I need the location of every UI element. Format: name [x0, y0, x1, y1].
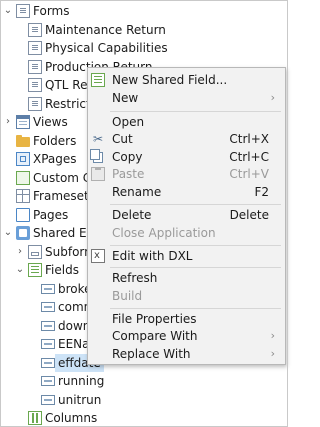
tree-item-label: Views — [33, 115, 68, 129]
submenu-arrow-icon: › — [270, 91, 275, 104]
copy-icon — [90, 149, 103, 163]
shared-elements-icon — [16, 226, 30, 240]
menu-item-label: Cut — [112, 132, 133, 146]
menu-item-rename[interactable]: Rename F2 — [88, 183, 285, 201]
menu-item-copy[interactable]: Copy Ctrl+C — [88, 148, 285, 166]
twisty-expanded-icon[interactable]: ⌄ — [3, 224, 13, 242]
field-icon — [41, 358, 55, 368]
scissors-icon: ✂ — [92, 132, 104, 146]
columns-icon — [28, 411, 42, 425]
views-icon — [16, 115, 30, 129]
form-icon — [28, 41, 42, 55]
fields-icon — [28, 263, 42, 277]
tree-item-label: XPages — [33, 152, 77, 166]
submenu-arrow-icon: › — [270, 329, 275, 342]
shortcut-label: Ctrl+X — [229, 132, 269, 146]
menu-separator — [110, 267, 281, 268]
menu-item-cut[interactable]: ✂ Cut Ctrl+X — [88, 130, 285, 148]
twisty-collapsed-icon[interactable]: › — [3, 113, 13, 131]
menu-item-label: New — [112, 91, 139, 105]
folder-icon — [16, 135, 30, 147]
page-icon — [16, 208, 30, 222]
tree-item-label: Forms — [33, 4, 70, 18]
shortcut-label: Ctrl+C — [229, 150, 269, 164]
tree-item-label: Maintenance Return — [45, 23, 166, 37]
shortcut-label: F2 — [254, 185, 269, 199]
menu-item-replace-with[interactable]: Replace With › — [88, 345, 285, 363]
menu-item-label: Close Application — [112, 226, 216, 240]
subform-icon — [28, 245, 42, 259]
paste-icon — [91, 167, 105, 181]
form-icon — [28, 97, 42, 111]
menu-item-label: Replace With — [112, 347, 191, 361]
twisty-expanded-icon[interactable]: ⌄ — [15, 261, 25, 279]
twisty-expanded-icon[interactable]: ⌄ — [3, 2, 13, 20]
form-icon — [28, 23, 42, 37]
menu-separator — [110, 111, 281, 112]
menu-item-delete[interactable]: Delete Delete — [88, 206, 285, 224]
menu-item-label: Refresh — [112, 271, 158, 285]
menu-item-file-properties[interactable]: File Properties — [88, 310, 285, 328]
menu-separator — [110, 245, 281, 246]
tree-item-label: unitrun — [58, 393, 102, 407]
field-icon — [41, 302, 55, 312]
tree-item-label: QTL Ret — [45, 78, 93, 92]
form-icon — [28, 60, 42, 74]
shortcut-label: Ctrl+V — [229, 167, 269, 181]
menu-item-paste[interactable]: Paste Ctrl+V — [88, 165, 285, 183]
menu-item-label: Delete — [112, 208, 152, 222]
menu-item-new-shared-field[interactable]: New Shared Field... — [88, 71, 285, 89]
menu-item-edit-with-dxl[interactable]: Edit with DXL — [88, 247, 285, 265]
menu-item-label: Paste — [112, 167, 145, 181]
menu-item-refresh[interactable]: Refresh — [88, 269, 285, 287]
field-icon — [41, 339, 55, 349]
menu-item-label: File Properties — [112, 312, 197, 326]
submenu-arrow-icon: › — [270, 347, 275, 360]
tree-item-label: Columns — [45, 411, 98, 425]
menu-separator — [110, 308, 281, 309]
new-shared-field-icon — [91, 73, 105, 87]
dxl-icon — [91, 247, 105, 265]
tree-item-label: down — [58, 319, 91, 333]
form-icon — [16, 4, 30, 18]
tree-item-label: Framesets — [33, 189, 95, 203]
menu-item-close-application[interactable]: Close Application — [88, 224, 285, 242]
tree-item-label: Fields — [45, 263, 79, 277]
menu-separator — [110, 204, 281, 205]
context-menu: New Shared Field... New › Open ✂ Cut Ctr… — [87, 67, 286, 365]
field-icon — [41, 321, 55, 331]
frameset-icon — [16, 189, 30, 203]
menu-item-label: Open — [112, 115, 145, 129]
tree-item-label: Physical Capabilities — [45, 41, 168, 55]
shortcut-label: Delete — [229, 208, 269, 222]
form-icon — [28, 78, 42, 92]
menu-item-label: Copy — [112, 150, 143, 164]
menu-item-label: New Shared Field... — [112, 73, 228, 87]
tree-item-label: running — [58, 374, 105, 388]
xpages-icon — [16, 152, 30, 166]
tree-item-label: Folders — [33, 134, 77, 148]
menu-item-build[interactable]: Build — [88, 287, 285, 305]
menu-item-new[interactable]: New › — [88, 89, 285, 107]
menu-item-compare-with[interactable]: Compare With › — [88, 327, 285, 345]
field-icon — [41, 395, 55, 405]
menu-item-label: Compare With — [112, 329, 198, 343]
tree-item-label: Pages — [33, 208, 69, 222]
menu-item-label: Rename — [112, 185, 162, 199]
custom-controls-icon — [16, 171, 30, 185]
menu-item-label: Build — [112, 289, 143, 303]
field-icon — [41, 376, 55, 386]
twisty-collapsed-icon[interactable]: › — [15, 243, 25, 261]
menu-item-label: Edit with DXL — [112, 249, 193, 263]
menu-item-open[interactable]: Open — [88, 113, 285, 131]
field-icon — [41, 284, 55, 294]
